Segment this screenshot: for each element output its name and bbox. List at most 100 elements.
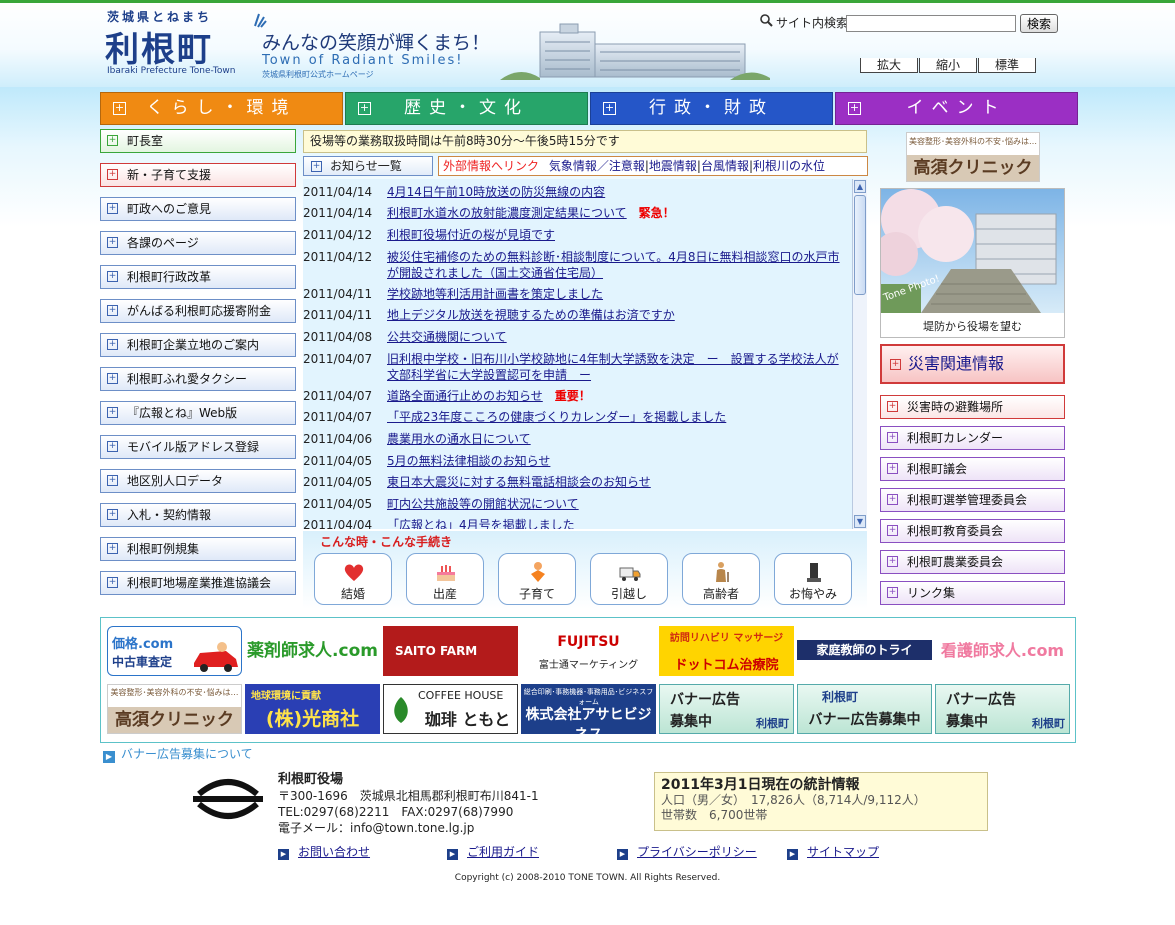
news-title-link[interactable]: 農業用水の通水日について <box>387 431 847 447</box>
asahi-business-banner[interactable]: 総合印刷･事務機器･事務用品･ビジネスフォーム 株式会社アサヒビジネス <box>521 684 656 734</box>
zoom-reset-button[interactable]: 標準 <box>978 58 1036 73</box>
news-title[interactable]: 5月の無料法律相談のお知らせ <box>387 454 550 468</box>
procedure-elderly-button[interactable]: 高齢者 <box>682 553 760 605</box>
scroll-up-icon[interactable]: ▲ <box>854 180 866 193</box>
footer-link-contact[interactable]: ▶ お問い合わせ <box>278 843 370 860</box>
news-title[interactable]: 東日本大震災に対する無料電話相談会のお知らせ <box>387 475 651 489</box>
news-title-link[interactable]: 旧利根中学校・旧布川小学校跡地に4年制大学誘致を決定 ー 設置する学校法人が文部… <box>387 351 847 383</box>
clinic-banner[interactable]: 美容整形･美容外科の不安･悩みは… 高須クリニック <box>107 684 242 734</box>
news-title-link[interactable]: 被災住宅補修のための無料診断･相談制度について。4月8日に無料相談窓口の水戸市が… <box>387 249 847 281</box>
news-title[interactable]: 学校跡地等利活用計画書を策定しました <box>387 287 603 301</box>
news-title-link[interactable]: 公共交通機関について <box>387 329 847 345</box>
right-nav-agriculture-committee[interactable]: + 利根町農業委員会 <box>880 550 1065 574</box>
zoom-out-button[interactable]: 縮小 <box>919 58 977 73</box>
nurse-banner[interactable]: 看護師求人.com <box>935 626 1070 676</box>
ad-recruit-banner-3[interactable]: バナー広告 募集中 利根町 <box>935 684 1070 734</box>
news-title[interactable]: 利根町役場付近の桜が見頃です <box>387 228 555 242</box>
left-nav-koho-web[interactable]: + 『広報とね』Web版 <box>100 401 296 425</box>
banner-recruitment-link[interactable]: ▶ バナー広告募集について <box>103 745 253 763</box>
tab-history-culture[interactable]: + 歴史・文化 <box>345 92 588 125</box>
news-title[interactable]: 利根町水道水の放射能濃度測定結果について <box>387 206 627 220</box>
town-hall-photo[interactable]: Tone Photo! 堤防から役場を望む <box>874 188 1065 338</box>
left-nav-departments[interactable]: + 各課のページ <box>100 231 296 255</box>
procedure-childcare-button[interactable]: 子育て <box>498 553 576 605</box>
footer-link-guide[interactable]: ▶ ご利用ガイド <box>447 843 539 860</box>
typhoon-link[interactable]: 台風情報 <box>701 159 749 173</box>
news-title-link[interactable]: 町内公共施設等の開館状況について <box>387 496 847 512</box>
search-input[interactable] <box>846 15 1016 32</box>
site-logo[interactable]: 利根町 <box>105 22 213 71</box>
left-nav-regulations[interactable]: + 利根町例規集 <box>100 537 296 561</box>
news-list-tab[interactable]: + お知らせ一覧 <box>303 156 433 176</box>
scroll-down-icon[interactable]: ▼ <box>854 515 866 528</box>
kakaku-banner[interactable]: 価格.com 中古車査定 <box>107 626 242 676</box>
procedure-birth-button[interactable]: 出産 <box>406 553 484 605</box>
right-nav-election-committee[interactable]: + 利根町選挙管理委員会 <box>880 488 1065 512</box>
left-nav-taxi[interactable]: + 利根町ふれ愛タクシー <box>100 367 296 391</box>
left-nav-admin-reform[interactable]: + 利根町行政改革 <box>100 265 296 289</box>
footer-link-privacy[interactable]: ▶ プライバシーポリシー <box>617 843 757 860</box>
river-level-link[interactable]: 利根川の水位 <box>753 159 825 173</box>
right-nav-assembly[interactable]: + 利根町議会 <box>880 457 1065 481</box>
news-title[interactable]: 旧利根中学校・旧布川小学校跡地に4年制大学誘致を決定 ー 設置する学校法人が文部… <box>387 352 839 382</box>
footer-link-label[interactable]: お問い合わせ <box>298 845 370 859</box>
zoom-in-button[interactable]: 拡大 <box>860 58 918 73</box>
news-title[interactable]: 町内公共施設等の開館状況について <box>387 497 579 511</box>
tab-events[interactable]: + イベント <box>835 92 1078 125</box>
ad-recruit-banner-2[interactable]: 利根町 バナー広告募集中 <box>797 684 932 734</box>
left-nav-local-industry[interactable]: + 利根町地場産業推進協議会 <box>100 571 296 595</box>
clinic-banner-top[interactable]: 美容整形･美容外科の不安･悩みは… 高須クリニック <box>906 132 1040 182</box>
search-button[interactable]: 検索 <box>1020 14 1058 33</box>
news-scrollbar[interactable]: ▲ ▼ <box>852 179 867 529</box>
left-nav-opinions[interactable]: + 町政へのご意見 <box>100 197 296 221</box>
kosho-banner[interactable]: 地球環境に貢献 (株)光商社 <box>245 684 380 734</box>
footer-link-label[interactable]: サイトマップ <box>807 845 879 859</box>
right-nav-links[interactable]: + リンク集 <box>880 581 1065 605</box>
saito-farm-banner[interactable]: SAITO FARM <box>383 626 518 676</box>
news-title-link[interactable]: 5月の無料法律相談のお知らせ <box>387 453 847 469</box>
news-title-link[interactable]: 道路全面通行止めのお知らせ 重要！ <box>387 388 847 404</box>
earthquake-link[interactable]: 地震情報 <box>649 159 697 173</box>
news-title[interactable]: 公共交通機関について <box>387 330 507 344</box>
footer-link-label[interactable]: ご利用ガイド <box>467 845 539 859</box>
procedure-condolence-button[interactable]: お悔やみ <box>774 553 852 605</box>
right-nav-education-committee[interactable]: + 利根町教育委員会 <box>880 519 1065 543</box>
procedure-marriage-button[interactable]: 結婚 <box>314 553 392 605</box>
left-nav-mobile-address[interactable]: + モバイル版アドレス登録 <box>100 435 296 459</box>
left-nav-donation[interactable]: + がんばる利根町応援寄附金 <box>100 299 296 323</box>
tab-living-environment[interactable]: + くらし・環境 <box>100 92 343 125</box>
left-nav-population-data[interactable]: + 地区別人口データ <box>100 469 296 493</box>
news-title[interactable]: 道路全面通行止めのお知らせ <box>387 389 543 403</box>
news-title-link[interactable]: 学校跡地等利活用計画書を策定しました <box>387 286 847 302</box>
scroll-thumb[interactable] <box>854 195 866 295</box>
tutor-banner[interactable]: 家庭教師のトライ <box>797 626 932 676</box>
pharmacist-banner[interactable]: 薬剤師求人.com <box>245 626 380 676</box>
news-title-link[interactable]: 4月14日午前10時放送の防災無線の内容 <box>387 184 847 200</box>
left-nav-business-location[interactable]: + 利根町企業立地のご案内 <box>100 333 296 357</box>
news-title[interactable]: 4月14日午前10時放送の防災無線の内容 <box>387 185 605 199</box>
news-title-link[interactable]: 「広報とね」4月号を掲載しました <box>387 517 847 529</box>
right-nav-evacuation[interactable]: + 災害時の避難場所 <box>880 395 1065 419</box>
left-nav-childcare-support[interactable]: + 新・子育て支援 <box>100 163 296 187</box>
fujitsu-banner[interactable]: FUJITSU 富士通マーケティング <box>521 626 656 676</box>
ad-recruit-banner-1[interactable]: バナー広告 募集中 利根町 <box>659 684 794 734</box>
procedure-moving-button[interactable]: 引越し <box>590 553 668 605</box>
footer-link-sitemap[interactable]: ▶ サイトマップ <box>787 843 879 860</box>
news-title-link[interactable]: 利根町役場付近の桜が見頃です <box>387 227 847 243</box>
news-title[interactable]: 被災住宅補修のための無料診断･相談制度について。4月8日に無料相談窓口の水戸市が… <box>387 250 840 280</box>
news-title[interactable]: 「広報とね」4月号を掲載しました <box>387 518 575 529</box>
banner-link-label[interactable]: バナー広告募集について <box>121 747 253 761</box>
news-title-link[interactable]: 利根町水道水の放射能濃度測定結果について 緊急！ <box>387 205 847 221</box>
news-title[interactable]: 農業用水の通水日について <box>387 432 531 446</box>
news-title-link[interactable]: 「平成23年度こころの健康づくりカレンダー」を掲載しました <box>387 409 847 425</box>
news-title-link[interactable]: 地上デジタル放送を視聴するための準備はお済ですか <box>387 307 847 323</box>
left-nav-bidding[interactable]: + 入札・契約情報 <box>100 503 296 527</box>
weather-link[interactable]: 気象情報／注意報 <box>549 159 645 173</box>
news-title-link[interactable]: 東日本大震災に対する無料電話相談会のお知らせ <box>387 474 847 490</box>
right-nav-calendar[interactable]: + 利根町カレンダー <box>880 426 1065 450</box>
left-nav-mayor-office[interactable]: + 町長室 <box>100 129 296 153</box>
tab-administration-finance[interactable]: + 行政・財政 <box>590 92 833 125</box>
footer-link-label[interactable]: プライバシーポリシー <box>637 845 757 859</box>
massage-banner[interactable]: 訪問リハビリ マッサージ ドットコム治療院 <box>659 626 794 676</box>
news-title[interactable]: 地上デジタル放送を視聴するための準備はお済ですか <box>387 308 675 322</box>
